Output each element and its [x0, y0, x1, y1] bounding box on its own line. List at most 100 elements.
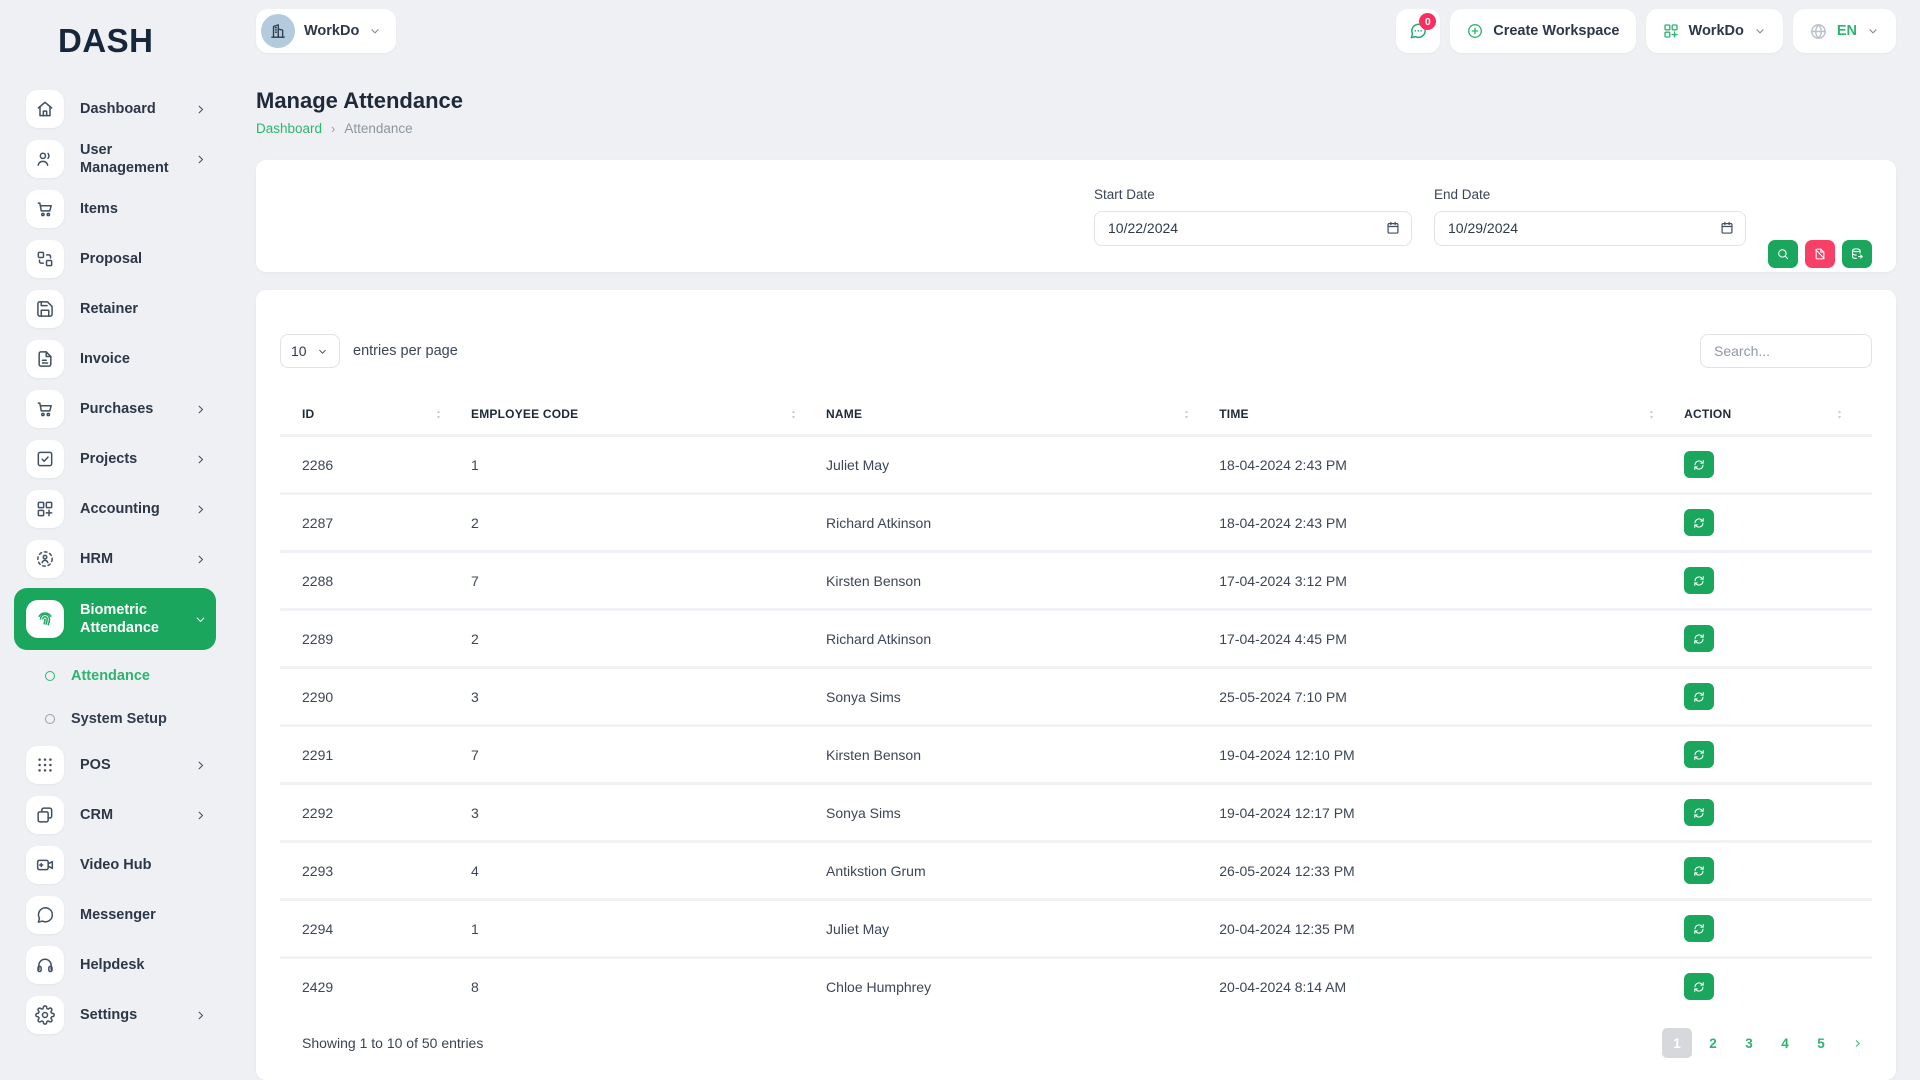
- page-button-5[interactable]: 5: [1806, 1028, 1836, 1058]
- sidebar-item-user-management[interactable]: User Management: [14, 134, 216, 184]
- start-date-label: Start Date: [1094, 187, 1412, 202]
- reset-button[interactable]: [1805, 240, 1835, 268]
- chevron-right-icon: [193, 758, 208, 773]
- cell-employee-code: 3: [471, 668, 826, 726]
- column-header-employee-code[interactable]: EMPLOYEE CODE: [471, 394, 826, 436]
- cell-action: [1684, 494, 1872, 552]
- cell-name: Chloe Humphrey: [826, 958, 1219, 1015]
- cell-name: Juliet May: [826, 436, 1219, 494]
- app-logo[interactable]: DASH: [0, 0, 230, 82]
- chevron-right-icon: [193, 552, 208, 567]
- sidebar-subitem-system-setup[interactable]: System Setup: [14, 697, 216, 740]
- breadcrumb-dashboard-link[interactable]: Dashboard: [256, 121, 322, 136]
- refresh-action-button[interactable]: [1684, 567, 1714, 594]
- calendar-icon[interactable]: [1385, 220, 1401, 236]
- refresh-action-button[interactable]: [1684, 915, 1714, 942]
- sidebar-item-invoice[interactable]: Invoice: [14, 334, 216, 384]
- breadcrumb: Dashboard › Attendance: [256, 121, 1896, 136]
- entries-per-page-select[interactable]: 10: [280, 334, 340, 368]
- users-icon: [26, 140, 64, 178]
- cell-id: 2291: [280, 726, 471, 784]
- sidebar-item-label: Dashboard: [80, 100, 177, 118]
- sidebar-item-purchases[interactable]: Purchases: [14, 384, 216, 434]
- column-header-action[interactable]: ACTION: [1684, 394, 1872, 436]
- page-button-4[interactable]: 4: [1770, 1028, 1800, 1058]
- sidebar-item-messenger[interactable]: Messenger: [14, 890, 216, 940]
- refresh-icon: [1692, 864, 1706, 878]
- refresh-action-button[interactable]: [1684, 973, 1714, 1000]
- language-selector[interactable]: EN: [1793, 9, 1896, 53]
- refresh-action-button[interactable]: [1684, 451, 1714, 478]
- create-workspace-button[interactable]: Create Workspace: [1450, 9, 1635, 53]
- copy-icon: [26, 796, 64, 834]
- sidebar-item-helpdesk[interactable]: Helpdesk: [14, 940, 216, 990]
- sidebar-item-projects[interactable]: Projects: [14, 434, 216, 484]
- sidebar-nav: Dashboard User ManagementItems Proposal Ret…: [0, 82, 230, 1040]
- chevron-right-icon: [193, 402, 208, 417]
- sidebar-item-video-hub[interactable]: Video Hub: [14, 840, 216, 890]
- building-icon: [269, 22, 287, 40]
- start-date-field: Start Date: [1094, 187, 1412, 246]
- export-button[interactable]: [1842, 240, 1872, 268]
- start-date-input[interactable]: [1094, 211, 1412, 246]
- chevron-down-icon: [1753, 24, 1767, 38]
- notifications-button[interactable]: 0: [1396, 9, 1440, 53]
- sidebar-item-label: Proposal: [80, 250, 208, 268]
- page-button-1[interactable]: 1: [1662, 1028, 1692, 1058]
- cell-time: 17-04-2024 4:45 PM: [1219, 610, 1684, 668]
- calendar-icon[interactable]: [1719, 220, 1735, 236]
- db-export-icon: [1850, 247, 1864, 261]
- page-button-3[interactable]: 3: [1734, 1028, 1764, 1058]
- refresh-action-button[interactable]: [1684, 857, 1714, 884]
- cell-name: Juliet May: [826, 900, 1219, 958]
- sidebar-item-retainer[interactable]: Retainer: [14, 284, 216, 334]
- workspace-selector[interactable]: WorkDo: [256, 9, 396, 53]
- sidebar-subitem-attendance[interactable]: Attendance: [14, 654, 216, 697]
- cell-time: 20-04-2024 8:14 AM: [1219, 958, 1684, 1015]
- refresh-action-button[interactable]: [1684, 741, 1714, 768]
- cell-time: 17-04-2024 3:12 PM: [1219, 552, 1684, 610]
- chevron-right-icon: [193, 452, 208, 467]
- next-page-button[interactable]: [1842, 1028, 1872, 1058]
- cell-action: [1684, 784, 1872, 842]
- search-button[interactable]: [1768, 240, 1798, 268]
- refresh-action-button[interactable]: [1684, 625, 1714, 652]
- sidebar-item-hrm[interactable]: HRM: [14, 534, 216, 584]
- column-header-id[interactable]: ID: [280, 394, 471, 436]
- refresh-action-button[interactable]: [1684, 509, 1714, 536]
- sidebar-item-pos[interactable]: POS: [14, 740, 216, 790]
- fingerprint-icon: [26, 600, 64, 638]
- sidebar-item-settings[interactable]: Settings: [14, 990, 216, 1040]
- sidebar-subitem-label: Attendance: [71, 668, 150, 684]
- end-date-input[interactable]: [1434, 211, 1746, 246]
- sidebar-item-biometric-attendance[interactable]: Biometric Attendance: [14, 588, 216, 650]
- refresh-action-button[interactable]: [1684, 683, 1714, 710]
- column-label: TIME: [1219, 407, 1248, 421]
- column-header-time[interactable]: TIME: [1219, 394, 1684, 436]
- refresh-action-button[interactable]: [1684, 799, 1714, 826]
- save-icon: [26, 290, 64, 328]
- sidebar: DASH Dashboard User ManagementItems Propos…: [0, 0, 230, 1080]
- sidebar-item-items[interactable]: Items: [14, 184, 216, 234]
- cell-time: 20-04-2024 12:35 PM: [1219, 900, 1684, 958]
- sort-icon: [1180, 408, 1193, 421]
- cell-id: 2293: [280, 842, 471, 900]
- cell-time: 18-04-2024 2:43 PM: [1219, 494, 1684, 552]
- table-row: 22941Juliet May20-04-2024 12:35 PM: [280, 900, 1872, 958]
- column-header-name[interactable]: NAME: [826, 394, 1219, 436]
- sort-icon: [432, 408, 445, 421]
- column-label: ACTION: [1684, 407, 1731, 421]
- sidebar-item-proposal[interactable]: Proposal: [14, 234, 216, 284]
- workspace-switcher[interactable]: WorkDo: [1646, 9, 1783, 53]
- table-search-input[interactable]: [1700, 334, 1872, 368]
- chat-icon: [26, 896, 64, 934]
- cell-employee-code: 7: [471, 552, 826, 610]
- page-button-2[interactable]: 2: [1698, 1028, 1728, 1058]
- sidebar-item-crm[interactable]: CRM: [14, 790, 216, 840]
- sort-icon: [787, 408, 800, 421]
- sidebar-item-accounting[interactable]: Accounting: [14, 484, 216, 534]
- end-date-label: End Date: [1434, 187, 1746, 202]
- entries-per-page-label: entries per page: [353, 343, 458, 359]
- sidebar-item-dashboard[interactable]: Dashboard: [14, 84, 216, 134]
- refresh-icon: [1692, 458, 1706, 472]
